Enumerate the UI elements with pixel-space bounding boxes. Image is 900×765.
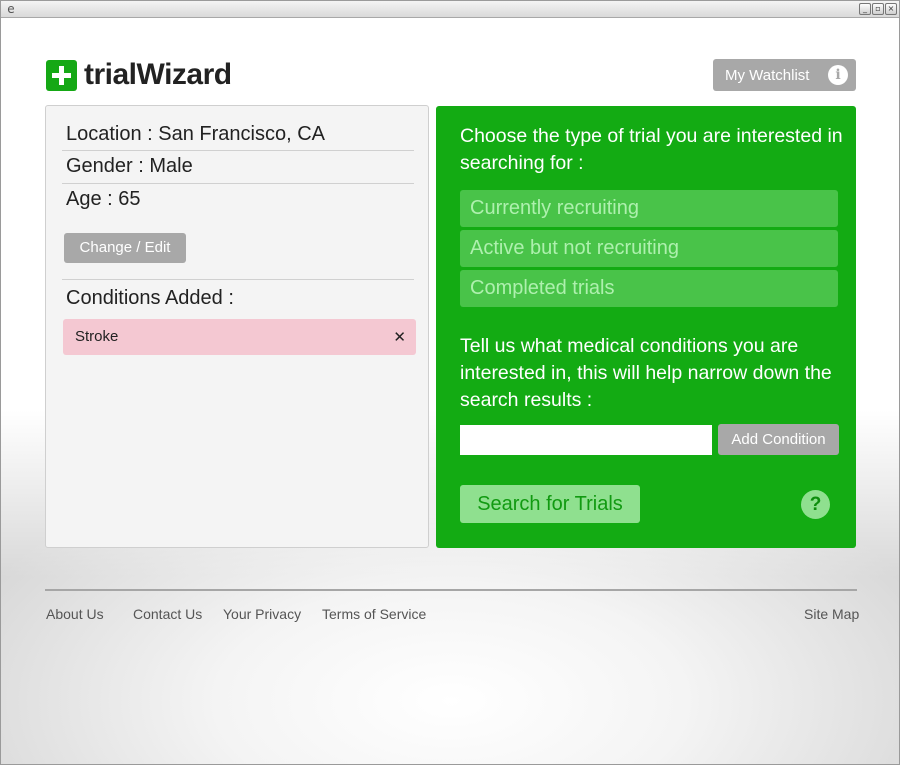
conditions-prompt: Tell us what medical conditions you are …	[460, 335, 832, 411]
location-value: Location : San Francisco, CA	[66, 123, 326, 145]
watchlist-label: My Watchlist	[725, 66, 810, 84]
divider	[62, 183, 414, 184]
browser-window: e _ ▫ × trialWizard My Watchlist i Locat…	[0, 0, 900, 765]
logo-wordmark: trialWizard	[84, 58, 232, 91]
window-controls: _ ▫ ×	[859, 3, 897, 15]
conditions-heading: Conditions Added :	[66, 287, 234, 309]
browser-icon: e	[7, 2, 15, 16]
trial-type-prompt: Choose the type of trial you are interes…	[460, 125, 843, 174]
profile-panel: Location : San Francisco, CA Gender : Ma…	[45, 105, 429, 548]
footer-link-terms-of-service[interactable]: Terms of Service	[322, 606, 426, 622]
search-panel: Choose the type of trial you are interes…	[436, 106, 856, 548]
divider	[62, 150, 414, 151]
gender-value: Gender : Male	[66, 155, 193, 177]
divider	[62, 279, 414, 280]
info-icon[interactable]: i	[828, 65, 848, 85]
logo[interactable]: trialWizard	[46, 59, 232, 91]
footer-link-site-map[interactable]: Site Map	[804, 606, 859, 622]
title-bar: e _ ▫ ×	[1, 1, 899, 18]
condition-label: Stroke	[75, 328, 119, 345]
age-value: Age : 65	[66, 188, 141, 210]
add-condition-button[interactable]: Add Condition	[718, 424, 839, 455]
close-icon[interactable]: ✕	[393, 319, 406, 355]
option-active-not-recruiting[interactable]: Active but not recruiting	[460, 230, 838, 267]
footer-divider	[45, 589, 857, 591]
help-icon[interactable]: ?	[801, 490, 830, 519]
option-currently-recruiting[interactable]: Currently recruiting	[460, 190, 838, 227]
option-completed-trials[interactable]: Completed trials	[460, 270, 838, 307]
close-window-icon[interactable]: ×	[885, 3, 897, 15]
plus-logo-icon	[46, 59, 77, 91]
condition-input[interactable]	[460, 425, 712, 455]
search-for-trials-button[interactable]: Search for Trials	[460, 485, 640, 523]
footer-link-your-privacy[interactable]: Your Privacy	[223, 606, 301, 622]
minimize-icon[interactable]: _	[859, 3, 871, 15]
change-edit-button[interactable]: Change / Edit	[64, 233, 186, 263]
restore-icon[interactable]: ▫	[872, 3, 884, 15]
footer-link-contact-us[interactable]: Contact Us	[133, 606, 202, 622]
footer-link-about-us[interactable]: About Us	[46, 606, 104, 622]
condition-chip: Stroke ✕	[63, 319, 416, 355]
my-watchlist-button[interactable]: My Watchlist i	[713, 59, 856, 91]
